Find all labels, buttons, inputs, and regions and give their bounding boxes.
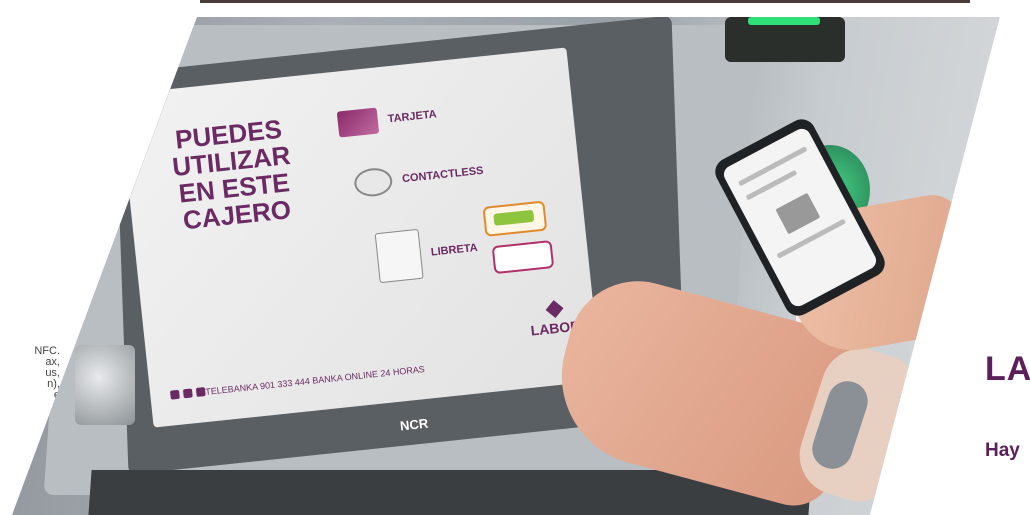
atm-footer-text: TELEBANKA 901 333 444 BANKA ONLINE 24 HO… (204, 363, 426, 397)
left-text-line: n), (47, 378, 60, 390)
atm-photo: PUEDES UTILIZAR EN ESTE CAJERO TARJETA C… (12, 17, 1000, 515)
atm-option-card: TARJETA (336, 101, 438, 138)
globe-icon (182, 388, 193, 399)
left-text-line: e (0, 390, 60, 401)
cash-service-badge (482, 200, 548, 237)
card-icon (336, 107, 380, 138)
contactless-icon (352, 166, 394, 199)
atm-side-button (75, 345, 135, 425)
atm-option-card-label: TARJETA (387, 108, 438, 126)
smartphone-screen (720, 125, 880, 310)
computer-icon (169, 389, 180, 400)
card-slot-light (748, 17, 820, 25)
brand-logo-mark (545, 299, 565, 319)
atm-option-libreta: LIBRETA (374, 223, 481, 284)
passbook-icon (374, 228, 424, 284)
page-heading: LA (985, 350, 1030, 388)
atm-manufacturer-logo: NCR (399, 415, 429, 434)
accessibility-badge (491, 240, 555, 275)
page-subheading: Hay (985, 440, 1020, 461)
footer-icons (169, 387, 206, 400)
atm-option-contactless: CONTACTLESS (352, 157, 485, 199)
atm-screen: PUEDES UTILIZAR EN ESTE CAJERO TARJETA C… (118, 47, 602, 428)
atm-headline: PUEDES UTILIZAR EN ESTE CAJERO (153, 113, 313, 236)
atm-option-contactless-label: CONTACTLESS (401, 164, 485, 186)
left-text-column: NFC. ax, us, n), e (0, 346, 60, 401)
atm-option-libreta-label: LIBRETA (430, 241, 479, 259)
top-photo-strip (200, 0, 970, 3)
